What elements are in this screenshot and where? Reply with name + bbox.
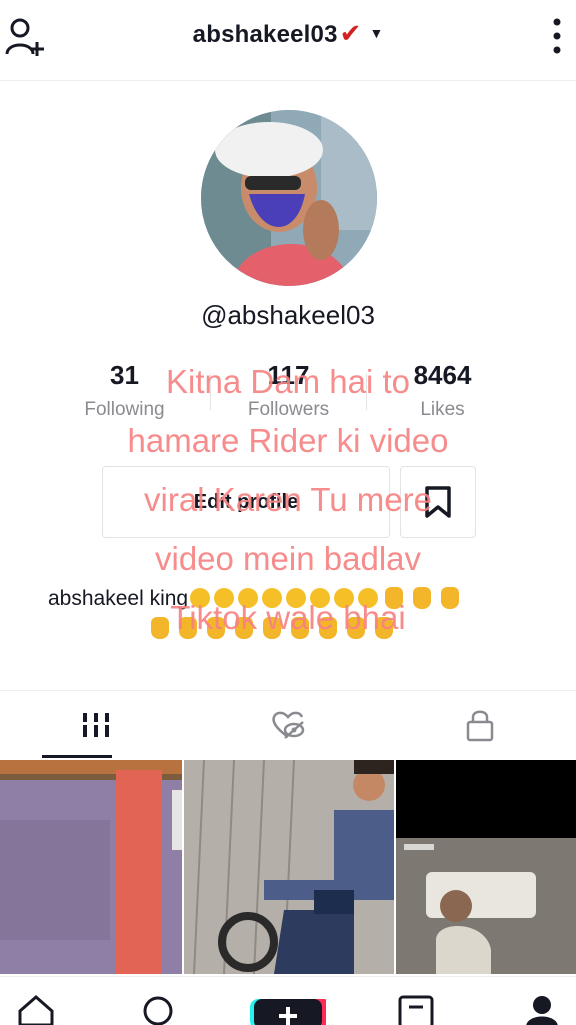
tab-liked[interactable] xyxy=(192,691,384,759)
profile-avatar[interactable] xyxy=(201,110,377,286)
username-title-dropdown[interactable]: abshakeel03✔ ▼ xyxy=(0,18,576,49)
profile-tabs xyxy=(0,690,576,759)
tab-videos[interactable] xyxy=(0,691,192,759)
inbox-icon[interactable] xyxy=(396,993,436,1025)
profile-bio: abshakeel king xyxy=(48,584,548,644)
home-icon[interactable] xyxy=(16,993,56,1025)
chevron-down-icon: ▼ xyxy=(369,25,384,41)
video-thumbnail[interactable] xyxy=(396,760,576,974)
video-thumbnail[interactable] xyxy=(184,760,394,974)
profile-stats: 31 Following 117 Followers 8464 Likes xyxy=(40,360,536,430)
edit-profile-button[interactable]: Edit profile xyxy=(102,466,390,538)
username-title: abshakeel03 xyxy=(192,21,338,48)
profile-icon[interactable] xyxy=(522,993,562,1025)
grid-icon xyxy=(81,713,111,737)
thumbs-up-emoji-row xyxy=(380,587,464,610)
following-label: Following xyxy=(84,399,165,420)
bottom-navigation xyxy=(0,976,576,1025)
followers-label: Followers xyxy=(247,399,330,420)
search-icon[interactable] xyxy=(140,993,180,1025)
liked-hidden-icon xyxy=(272,711,305,739)
tab-private[interactable] xyxy=(384,691,576,759)
likes-count: 8464 xyxy=(413,360,472,390)
grin-emoji-row xyxy=(188,587,380,610)
video-grid xyxy=(0,760,576,974)
profile-handle: @abshakeel03 xyxy=(201,300,375,330)
favorites-button[interactable] xyxy=(400,466,476,538)
likes-stat[interactable]: 8464 Likes xyxy=(360,360,525,421)
followers-count: 117 xyxy=(267,360,310,390)
verified-check-icon: ✔ xyxy=(339,18,362,48)
top-bar: abshakeel03✔ ▼ xyxy=(0,0,576,81)
bookmark-icon xyxy=(425,486,451,518)
video-thumbnail[interactable] xyxy=(0,760,182,974)
following-count: 31 xyxy=(110,360,139,390)
thumbs-up-emoji-row-2 xyxy=(146,617,398,640)
more-vertical-icon[interactable] xyxy=(546,14,568,58)
bio-text: abshakeel king xyxy=(48,587,189,610)
likes-label: Likes xyxy=(420,399,465,420)
active-tab-indicator xyxy=(42,755,112,758)
following-stat[interactable]: 31 Following xyxy=(42,360,207,421)
lock-icon xyxy=(466,710,494,742)
create-icon[interactable] xyxy=(250,999,326,1025)
followers-stat[interactable]: 117 Followers xyxy=(206,360,371,421)
